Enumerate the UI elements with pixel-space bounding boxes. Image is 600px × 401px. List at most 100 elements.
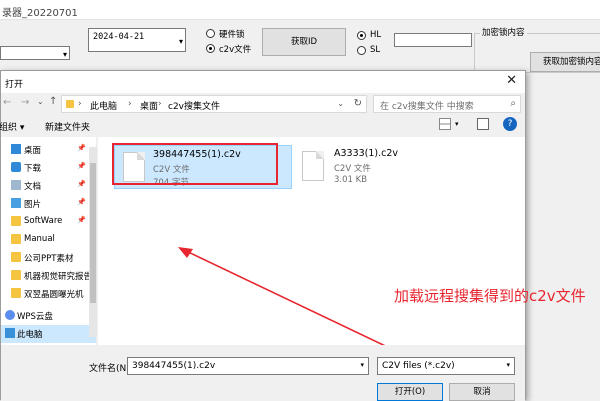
nav-item-desktop[interactable]: 桌面 📌 — [1, 141, 96, 159]
filename-value: 398447455(1).c2v — [132, 361, 216, 371]
chevron-down-icon[interactable]: ▾ — [455, 120, 459, 128]
chevron-down-icon: ▾ — [62, 50, 67, 59]
document-icon — [11, 180, 21, 190]
desktop-icon — [11, 144, 21, 154]
radio-hardware-lock-label: 硬件锁 — [219, 30, 245, 40]
open-file-dialog: 打开 ✕ ← → ⌄ ↑ › 此电脑 › 桌面 › c2v搜集文件 ⌄ ↻ 在 … — [0, 70, 526, 401]
get-enc-content-button[interactable]: 获取加密锁内容 — [530, 52, 600, 72]
pin-icon: 📌 — [77, 216, 86, 224]
breadcrumb-this-pc[interactable]: 此电脑 — [90, 99, 117, 112]
date-value: 2024-04-21 — [93, 32, 145, 42]
navigation-pane: 桌面 📌 下载 📌 文档 📌 图片 📌 SoftWare 📌 Manual 公司… — [1, 137, 96, 345]
folder-icon — [11, 270, 21, 280]
search-icon: ⌕ — [510, 98, 516, 109]
breadcrumb-c2v-folder[interactable]: c2v搜集文件 — [168, 99, 220, 112]
radio-sl[interactable] — [357, 46, 366, 55]
picture-icon — [11, 198, 21, 208]
nav-item-label: 双翌晶圆曝光机 — [24, 290, 84, 300]
up-arrow-icon[interactable]: ↑ — [49, 96, 57, 107]
nav-item-label: 公司PPT素材 — [24, 254, 74, 264]
date-picker[interactable]: 2024-04-21 ▾ — [88, 28, 186, 52]
search-input[interactable]: 在 c2v搜集文件 中搜索 ⌕ — [373, 95, 521, 113]
pin-icon: 📌 — [77, 198, 86, 206]
enc-content-group-label: 加密锁内容 — [480, 26, 527, 38]
nav-item-label: 桌面 — [24, 146, 42, 156]
chevron-down-icon[interactable]: ▾ — [360, 361, 364, 369]
radio-hl-label: HL — [370, 30, 382, 40]
download-icon — [11, 162, 21, 172]
calendar-dropdown-icon: ▾ — [178, 37, 183, 46]
address-dropdown-icon[interactable]: ⌄ — [337, 99, 344, 108]
radio-hardware-lock[interactable] — [206, 29, 215, 38]
address-bar[interactable]: › 此电脑 › 桌面 › c2v搜集文件 ⌄ ↻ — [61, 95, 367, 113]
back-arrow-icon[interactable]: ← — [3, 97, 11, 108]
folder-icon — [66, 100, 74, 108]
nav-item-manual[interactable]: Manual — [1, 231, 96, 249]
radio-sl-label: SL — [370, 45, 381, 55]
nav-item-exposure-machine[interactable]: 双翌晶圆曝光机 — [1, 285, 96, 303]
nav-item-label: 机器视觉研究报告 — [24, 272, 93, 282]
nav-item-downloads[interactable]: 下载 📌 — [1, 159, 96, 177]
nav-item-vision-report[interactable]: 机器视觉研究报告 — [1, 267, 96, 285]
arrow-line — [183, 249, 386, 345]
nav-item-label: 此电脑 — [17, 330, 43, 340]
computer-icon — [5, 328, 15, 338]
command-toolbar: 组织 ▾ 新建文件夹 ▾ ? — [0, 115, 525, 137]
address-row: ← → ⌄ ↑ › 此电脑 › 桌面 › c2v搜集文件 ⌄ ↻ 在 c2v搜集… — [1, 93, 525, 115]
nav-item-label: Manual — [24, 234, 55, 244]
nav-item-label: 图片 — [24, 200, 42, 210]
radio-c2v-file-label: c2v文件 — [219, 45, 252, 55]
nav-item-software[interactable]: SoftWare 📌 — [1, 213, 96, 231]
annotation-text: 加载远程搜集得到的c2v文件 — [394, 287, 586, 305]
radio-c2v-file[interactable] — [206, 44, 215, 53]
nav-item-label: 下载 — [24, 164, 42, 174]
cancel-button[interactable]: 取消 — [449, 383, 515, 401]
chevron-right-icon: › — [78, 99, 82, 109]
pin-icon: 📌 — [77, 162, 86, 170]
nav-item-ppt[interactable]: 公司PPT素材 — [1, 249, 96, 267]
folder-icon — [11, 234, 21, 244]
nav-item-this-pc[interactable]: 此电脑 — [1, 325, 96, 343]
nav-item-label: SoftWare — [24, 216, 63, 226]
nav-item-wps-cloud[interactable]: WPS云盘 — [1, 307, 96, 325]
filename-input[interactable]: 398447455(1).c2v ▾ — [127, 357, 369, 375]
filetype-select[interactable]: C2V files (*.c2v) ▾ — [377, 357, 515, 375]
dialog-bottom: 文件名(N): 398447455(1).c2v ▾ C2V files (*.… — [1, 345, 525, 401]
help-icon[interactable]: ? — [503, 117, 517, 131]
chevron-right-icon: › — [158, 99, 162, 109]
get-id-button[interactable]: 获取ID — [262, 28, 346, 56]
chevron-down-icon: ▾ — [506, 361, 510, 369]
breadcrumb-desktop[interactable]: 桌面 — [140, 99, 158, 112]
recent-chevron-icon[interactable]: ⌄ — [37, 97, 44, 106]
refresh-icon[interactable]: ↻ — [354, 98, 362, 109]
open-button[interactable]: 打开(O) — [377, 383, 443, 401]
filetype-value: C2V files (*.c2v) — [382, 361, 455, 371]
folder-icon — [11, 288, 21, 298]
chevron-right-icon: › — [128, 99, 132, 109]
annotation-arrow — [178, 247, 386, 345]
hl-sl-input[interactable] — [394, 33, 472, 47]
preview-pane-icon[interactable] — [477, 118, 489, 130]
new-folder-button[interactable]: 新建文件夹 — [45, 120, 90, 133]
file-list-pane: 398447455(1).c2v C2V 文件 704 字节 A3333(1).… — [98, 137, 525, 345]
folder-icon — [11, 216, 21, 226]
port-select[interactable]: ▾ — [0, 46, 70, 60]
nav-item-documents[interactable]: 文档 📌 — [1, 177, 96, 195]
organize-button[interactable]: 组织 ▾ — [0, 120, 24, 133]
scrollbar-thumb[interactable] — [90, 163, 96, 303]
nav-scrollbar[interactable] — [89, 147, 97, 337]
pin-icon: 📌 — [77, 180, 86, 188]
nav-item-label: WPS云盘 — [17, 312, 53, 322]
folder-icon — [11, 252, 21, 262]
close-icon[interactable]: ✕ — [506, 73, 517, 88]
app-title-bar: 录器_20220701 — [0, 0, 600, 20]
nav-item-label: 文档 — [24, 182, 42, 192]
view-options-icon[interactable] — [439, 118, 451, 130]
dialog-title: 打开 — [5, 80, 24, 90]
cloud-icon — [5, 310, 15, 320]
radio-hl[interactable] — [357, 31, 366, 40]
forward-arrow-icon[interactable]: → — [21, 97, 29, 108]
nav-item-pictures[interactable]: 图片 📌 — [1, 195, 96, 213]
dialog-title-bar: 打开 ✕ — [1, 71, 525, 93]
pin-icon: 📌 — [77, 144, 86, 152]
